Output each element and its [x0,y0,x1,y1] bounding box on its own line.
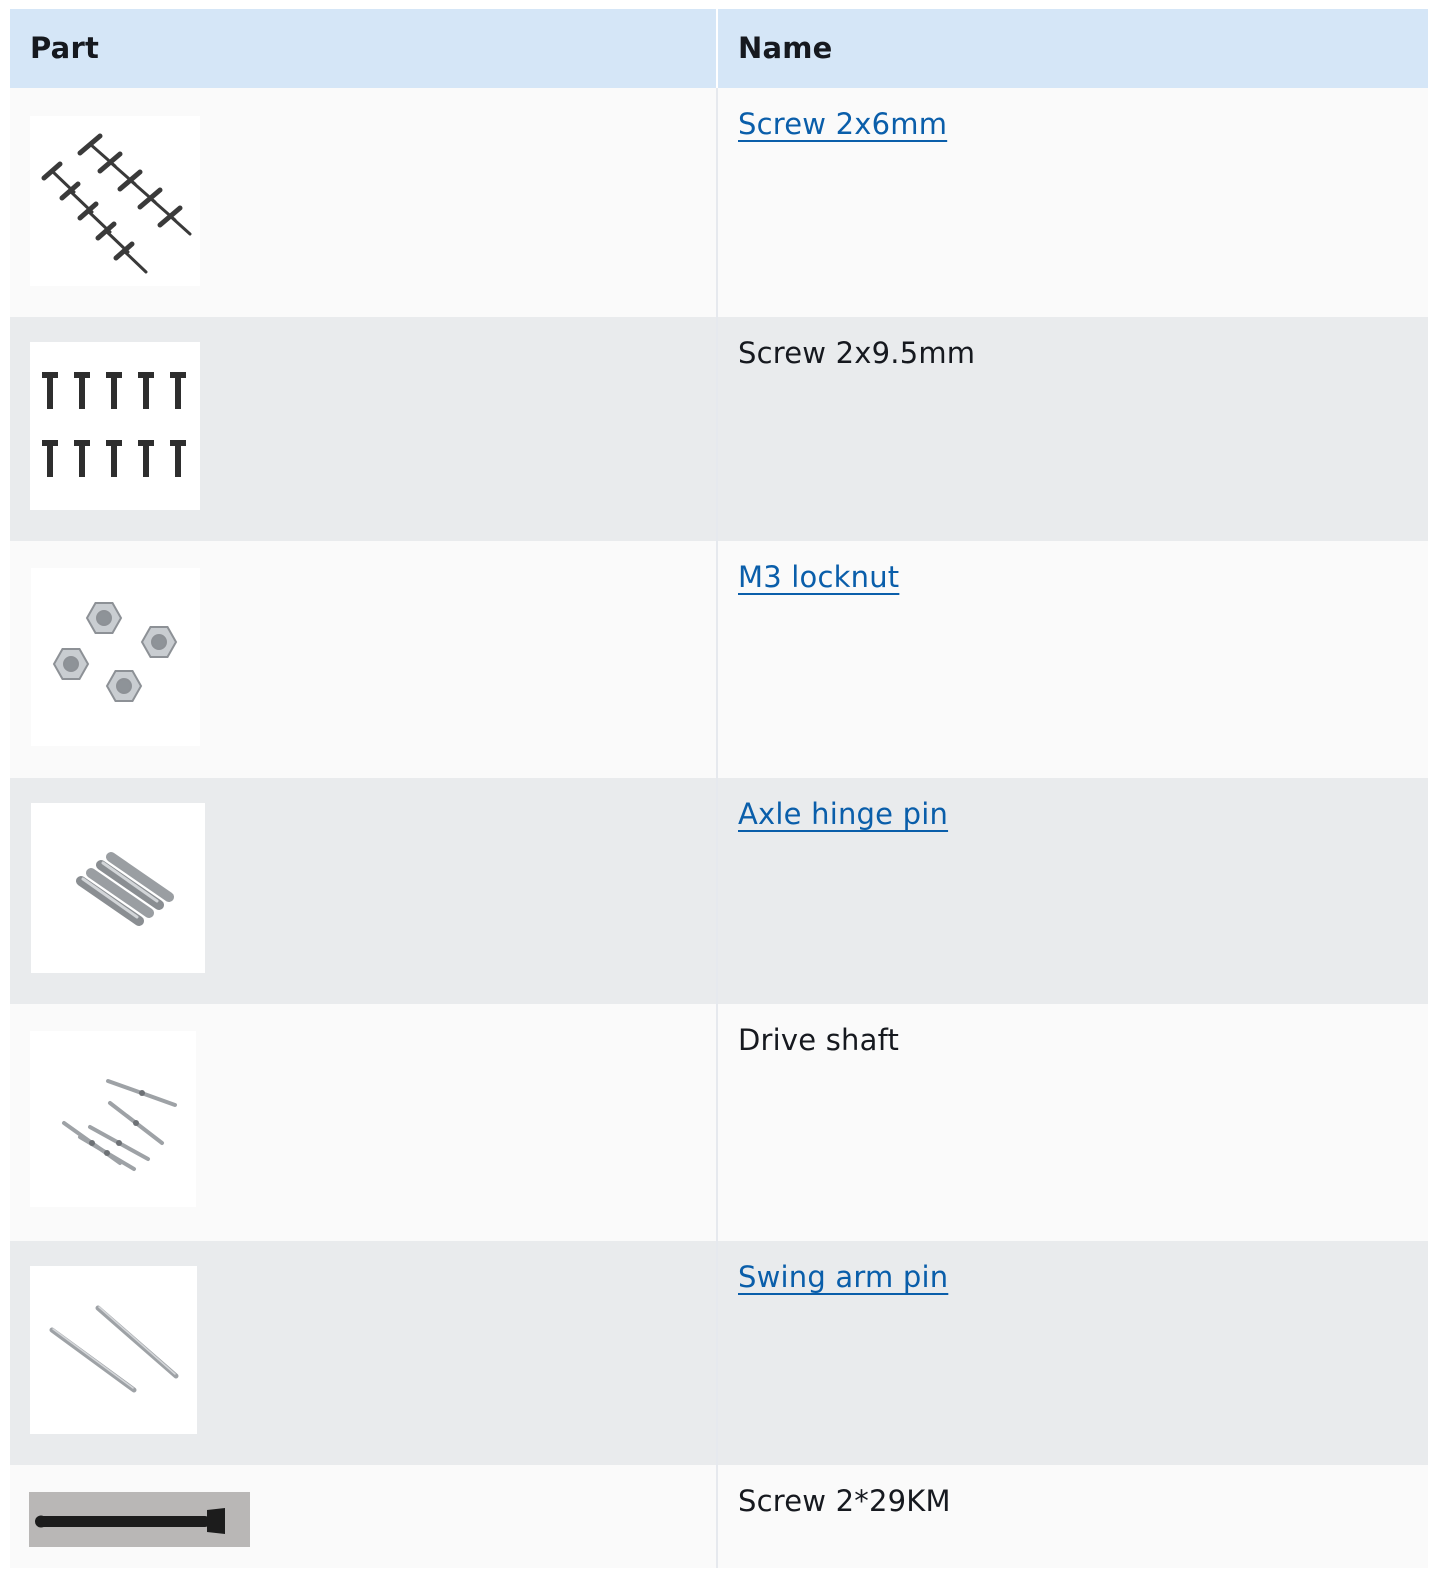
name-cell: Screw 2x9.5mm [718,317,1428,541]
hinge-pins-icon [31,803,205,973]
part-cell [10,541,718,778]
part-cell [10,317,718,541]
table-row: Axle hinge pin [10,778,1428,1004]
part-name: Drive shaft [738,1023,900,1057]
part-cell [10,1241,718,1465]
table-row: Screw 2x6mm [10,88,1428,317]
table-header-row: Part Name [10,9,1428,88]
name-cell: Swing arm pin [718,1241,1428,1465]
header-cell-part: Part [10,9,718,88]
part-cell [10,1465,718,1568]
part-cell [10,1004,718,1241]
part-name: Screw 2*29KM [738,1484,951,1518]
part-link-screw-2x6mm[interactable]: Screw 2x6mm [738,107,947,141]
part-link-axle-hinge-pin[interactable]: Axle hinge pin [738,797,948,831]
name-cell: M3 locknut [718,541,1428,778]
parts-table: Part Name Screw 2x6mm Screw 2x9.5mm M3 l… [10,9,1428,1568]
table-row: Screw 2*29KM [10,1465,1428,1568]
table-row: Screw 2x9.5mm [10,317,1428,541]
part-cell [10,88,718,317]
swing-arm-pins-icon [30,1266,197,1434]
part-name: Screw 2x9.5mm [738,336,976,370]
table-row: Drive shaft [10,1004,1428,1241]
drive-shafts-icon [30,1031,196,1207]
name-cell: Screw 2x6mm [718,88,1428,317]
header-cell-name: Name [718,9,1428,88]
screws-upright-icon [30,342,200,510]
name-cell: Axle hinge pin [718,778,1428,1004]
long-screw-icon [29,1492,250,1547]
screws-angled-icon [30,116,200,286]
part-cell [10,778,718,1004]
table-row: Swing arm pin [10,1241,1428,1465]
column-header-name: Name [738,31,833,65]
name-cell: Drive shaft [718,1004,1428,1241]
name-cell: Screw 2*29KM [718,1465,1428,1568]
table-row: M3 locknut [10,541,1428,778]
column-header-part: Part [30,31,100,65]
locknuts-icon [31,568,200,746]
part-link-swing-arm-pin[interactable]: Swing arm pin [738,1260,948,1294]
part-link-m3-locknut[interactable]: M3 locknut [738,560,899,594]
